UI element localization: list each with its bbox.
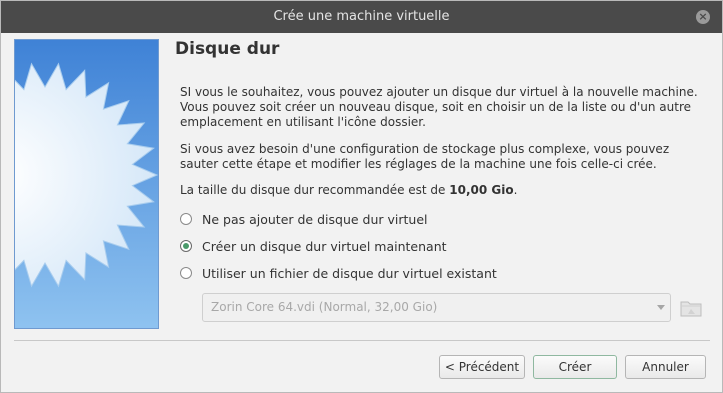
dialog-window: Crée une machine virtuelle × Disque dur …: [0, 0, 723, 393]
window-title: Crée une machine virtuelle: [273, 9, 450, 24]
intro-text: SI vous le souhaitez, vous pouvez ajoute…: [180, 85, 698, 129]
recommended-size: 10,00 Gio: [449, 183, 514, 197]
recommended-suffix: .: [513, 183, 518, 197]
existing-disk-value: Zorin Core 64.vdi (Normal, 32,00 Gio): [211, 300, 438, 314]
wizard-illustration: [14, 39, 159, 329]
radio-label-use-existing: Utiliser un fichier de disque dur virtue…: [202, 266, 497, 281]
recommended-size-text: La taille du disque dur recommandée est …: [180, 183, 710, 198]
existing-disk-select[interactable]: Zorin Core 64.vdi (Normal, 32,00 Gio): [202, 293, 671, 322]
folder-icon: [680, 301, 702, 317]
recommended-prefix: La taille du disque dur recommandée est …: [180, 183, 450, 197]
radio-label-no-disk: Ne pas ajouter de disque dur virtuel: [202, 212, 428, 227]
radio-button[interactable]: [180, 213, 192, 225]
page-title: Disque dur: [175, 39, 280, 59]
radio-label-create-new: Créer un disque dur virtuel maintenant: [202, 239, 447, 254]
close-icon[interactable]: ×: [696, 10, 710, 24]
radio-button-selected[interactable]: [180, 240, 192, 252]
title-bar[interactable]: Crée une machine virtuelle ×: [1, 1, 722, 33]
chevron-down-icon: [657, 305, 665, 310]
cancel-button[interactable]: Annuler: [625, 355, 706, 379]
advanced-text: Si vous avez besoin d'une configuration …: [180, 142, 670, 171]
back-button[interactable]: < Précédent: [439, 355, 525, 379]
radio-button[interactable]: [180, 267, 192, 279]
starburst-icon: [15, 40, 158, 328]
choose-disk-file-button[interactable]: [678, 294, 705, 321]
create-button[interactable]: Créer: [533, 355, 617, 379]
divider: [14, 340, 710, 341]
